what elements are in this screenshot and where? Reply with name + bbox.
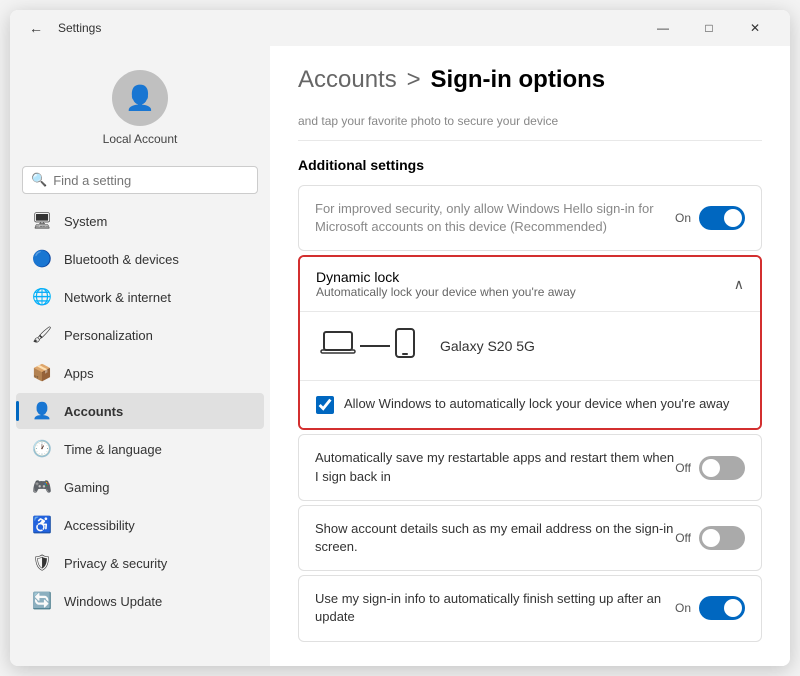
sidebar-item-label: Gaming (64, 480, 110, 495)
windows-hello-toggle-label: On (675, 211, 691, 225)
back-button[interactable]: ← (22, 14, 50, 42)
sidebar-item-update[interactable]: 🔄 Windows Update (16, 583, 264, 619)
close-button[interactable]: ✕ (732, 10, 778, 46)
top-partial-row: and tap your favorite photo to secure yo… (298, 114, 762, 141)
dynamic-lock-header[interactable]: Dynamic lock Automatically lock your dev… (300, 257, 760, 311)
dynamic-lock-checkbox-row: Allow Windows to automatically lock your… (300, 381, 760, 428)
apps-icon: 📦 (32, 363, 52, 383)
time-icon: 🕐 (32, 439, 52, 459)
dynamic-lock-device-row: Galaxy S20 5G (300, 311, 760, 381)
dynamic-lock-checkbox-label: Allow Windows to automatically lock your… (344, 395, 729, 413)
personalization-icon: 🖌 (32, 325, 52, 345)
breadcrumb-separator: > (407, 66, 421, 93)
windows-hello-toggle[interactable] (699, 206, 745, 230)
windows-hello-card: For improved security, only allow Window… (298, 185, 762, 251)
account-details-card: Show account details such as my email ad… (298, 505, 762, 571)
account-details-toggle-label: Off (675, 531, 691, 545)
active-indicator (16, 401, 19, 421)
gaming-icon: 🎮 (32, 477, 52, 497)
toggle-knob (702, 529, 720, 547)
signin-info-toggle-label: On (675, 601, 691, 615)
sidebar-item-accounts[interactable]: 👤 Accounts (16, 393, 264, 429)
sidebar-item-label: Accounts (64, 404, 123, 419)
sidebar-item-personalization[interactable]: 🖌 Personalization (16, 317, 264, 353)
sidebar-item-apps[interactable]: 📦 Apps (16, 355, 264, 391)
account-details-text: Show account details such as my email ad… (315, 520, 675, 556)
sidebar-item-label: Apps (64, 366, 94, 381)
accessibility-icon: ♿ (32, 515, 52, 535)
sidebar-item-label: Network & internet (64, 290, 171, 305)
dynamic-lock-checkbox[interactable] (316, 396, 334, 414)
page-header: Accounts > Sign-in options (298, 66, 762, 94)
sidebar-item-label: Personalization (64, 328, 153, 343)
signin-info-text: Use my sign-in info to automatically fin… (315, 590, 675, 626)
phone-icon (394, 328, 416, 364)
bluetooth-icon: 🔵 (32, 249, 52, 269)
laptop-icon (320, 329, 356, 364)
toggle-knob (702, 459, 720, 477)
signin-info-toggle[interactable] (699, 596, 745, 620)
sidebar-item-bluetooth[interactable]: 🔵 Bluetooth & devices (16, 241, 264, 277)
signin-info-row: Use my sign-in info to automatically fin… (299, 576, 761, 640)
sidebar-item-label: System (64, 214, 107, 229)
restartable-apps-card: Automatically save my restartable apps a… (298, 434, 762, 500)
restartable-apps-row: Automatically save my restartable apps a… (299, 435, 761, 499)
avatar: 👤 (112, 70, 168, 126)
signin-info-card: Use my sign-in info to automatically fin… (298, 575, 762, 641)
additional-settings-title: Additional settings (298, 157, 762, 173)
accounts-icon: 👤 (32, 401, 52, 421)
breadcrumb-current: Sign-in options (431, 66, 606, 93)
dynamic-lock-card: Dynamic lock Automatically lock your dev… (298, 255, 762, 430)
search-input[interactable] (53, 173, 249, 188)
sidebar-item-privacy[interactable]: 🛡 Privacy & security (16, 545, 264, 581)
maximize-button[interactable]: □ (686, 10, 732, 46)
toggle-knob (724, 599, 742, 617)
toggle-knob (724, 209, 742, 227)
sidebar-item-system[interactable]: 🖥 System (16, 203, 264, 239)
privacy-icon: 🛡 (32, 553, 52, 573)
top-partial-text: and tap your favorite photo to secure yo… (298, 114, 558, 128)
device-name: Galaxy S20 5G (440, 338, 535, 354)
dynamic-lock-title: Dynamic lock (316, 269, 734, 285)
search-box[interactable]: 🔍 (22, 166, 258, 194)
account-details-toggle[interactable] (699, 526, 745, 550)
sidebar-item-label: Bluetooth & devices (64, 252, 179, 267)
window-title: Settings (58, 21, 101, 35)
sidebar-item-label: Time & language (64, 442, 162, 457)
windows-hello-row: For improved security, only allow Window… (299, 186, 761, 250)
windows-hello-text: For improved security, only allow Window… (315, 200, 675, 236)
device-icons (320, 328, 416, 364)
title-bar-left: ← Settings (22, 14, 640, 42)
sidebar-item-label: Windows Update (64, 594, 162, 609)
restartable-apps-text: Automatically save my restartable apps a… (315, 449, 675, 485)
sidebar-item-label: Accessibility (64, 518, 135, 533)
minimize-button[interactable]: — (640, 10, 686, 46)
breadcrumb: Accounts > Sign-in options (298, 66, 762, 94)
network-icon: 🌐 (32, 287, 52, 307)
sidebar-item-network[interactable]: 🌐 Network & internet (16, 279, 264, 315)
settings-window: ← Settings — □ ✕ 👤 Local Account 🔍 🖥 Sys… (10, 10, 790, 666)
title-bar: ← Settings — □ ✕ (10, 10, 790, 46)
dynamic-lock-header-text: Dynamic lock Automatically lock your dev… (316, 269, 734, 299)
chevron-up-icon: ∧ (734, 276, 744, 293)
search-icon: 🔍 (31, 172, 47, 188)
sidebar-item-time[interactable]: 🕐 Time & language (16, 431, 264, 467)
dynamic-lock-subtitle: Automatically lock your device when you'… (316, 285, 734, 299)
system-icon: 🖥 (32, 211, 52, 231)
sidebar-item-accessibility[interactable]: ♿ Accessibility (16, 507, 264, 543)
main-content: Accounts > Sign-in options and tap your … (270, 46, 790, 666)
window-controls: — □ ✕ (640, 10, 778, 46)
restartable-apps-toggle[interactable] (699, 456, 745, 480)
sidebar-item-gaming[interactable]: 🎮 Gaming (16, 469, 264, 505)
breadcrumb-parent: Accounts (298, 66, 397, 93)
content-area: 👤 Local Account 🔍 🖥 System 🔵 Bluetooth &… (10, 46, 790, 666)
account-label: Local Account (103, 132, 178, 146)
sidebar-item-label: Privacy & security (64, 556, 167, 571)
connection-line (360, 345, 390, 347)
account-section: 👤 Local Account (10, 54, 270, 158)
sidebar: 👤 Local Account 🔍 🖥 System 🔵 Bluetooth &… (10, 46, 270, 666)
update-icon: 🔄 (32, 591, 52, 611)
account-details-row: Show account details such as my email ad… (299, 506, 761, 570)
restartable-apps-toggle-label: Off (675, 461, 691, 475)
